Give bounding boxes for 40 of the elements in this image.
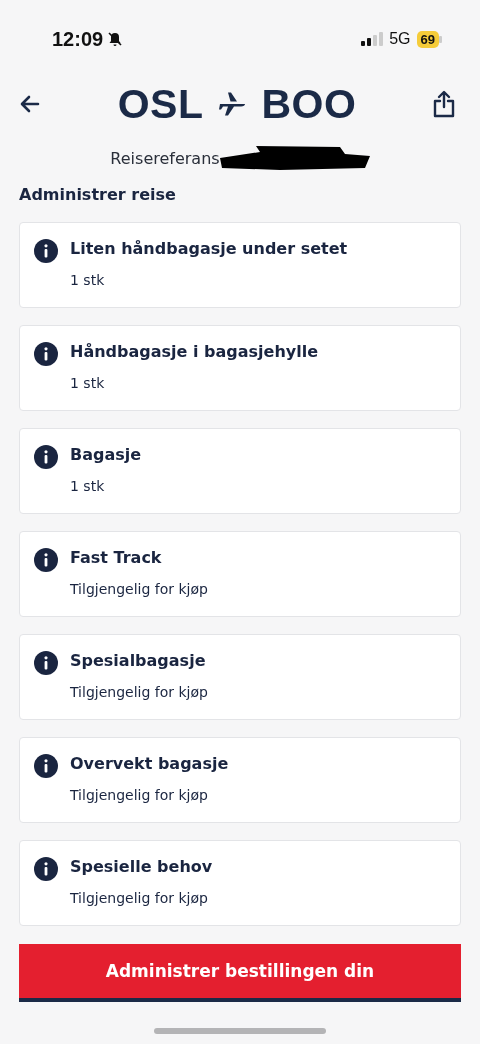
service-title: Spesialbagasje xyxy=(70,651,207,671)
service-detail: Tilgjengelig for kjøp xyxy=(70,580,208,598)
service-detail: Tilgjengelig for kjøp xyxy=(70,786,209,804)
service-card[interactable]: Overvekt bagasje Tilgjengelig for kjøp xyxy=(19,737,461,823)
service-detail: 1 stk xyxy=(70,477,106,495)
service-detail: 1 stk xyxy=(70,374,106,392)
info-icon xyxy=(34,239,58,263)
info-icon xyxy=(34,651,58,675)
plane-icon xyxy=(217,91,248,117)
service-detail: Tilgjengelig for kjøp xyxy=(70,683,208,701)
service-card[interactable]: Håndbagasje i bagasjehylle 1 stk xyxy=(19,325,461,411)
battery-level: 69 xyxy=(416,30,439,48)
info-icon xyxy=(34,342,58,366)
signal-icon xyxy=(361,32,384,46)
info-icon xyxy=(34,548,58,572)
service-card[interactable]: Spesialbagasje Tilgjengelig for kjøp xyxy=(19,634,461,720)
service-card[interactable]: Spesielle behov Tilgjengelig for kjøp xyxy=(19,840,461,926)
service-title: Liten håndbagasje under setet xyxy=(70,239,348,259)
service-card[interactable]: Bagasje 1 stk xyxy=(19,428,461,514)
muted-bell-icon xyxy=(107,31,124,47)
service-detail: 1 stk xyxy=(70,271,106,289)
status-time: 12:09 xyxy=(52,27,104,51)
service-title: Bagasje xyxy=(70,445,142,465)
booking-reference-label: Reisereferans xyxy=(110,148,220,168)
info-icon xyxy=(34,445,58,469)
origin-code: OSL xyxy=(117,80,204,128)
section-title: Administrer reise xyxy=(18,183,177,206)
battery-tip-icon xyxy=(439,35,442,43)
network-label: 5G xyxy=(389,30,411,48)
service-detail: Tilgjengelig for kjøp xyxy=(70,889,209,907)
manage-booking-button[interactable]: Administrer bestillingen din xyxy=(19,944,461,1002)
info-icon xyxy=(34,857,58,881)
service-title: Spesielle behov xyxy=(70,857,213,877)
destination-code: BOO xyxy=(261,80,357,128)
service-card[interactable]: Fast Track Tilgjengelig for kjøp xyxy=(19,531,461,617)
info-icon xyxy=(34,754,58,778)
service-title: Fast Track xyxy=(70,548,163,568)
service-title: Overvekt bagasje xyxy=(70,754,229,774)
service-title: Håndbagasje i bagasjehylle xyxy=(70,342,318,362)
service-card[interactable]: Liten håndbagasje under setet 1 stk xyxy=(19,222,461,308)
